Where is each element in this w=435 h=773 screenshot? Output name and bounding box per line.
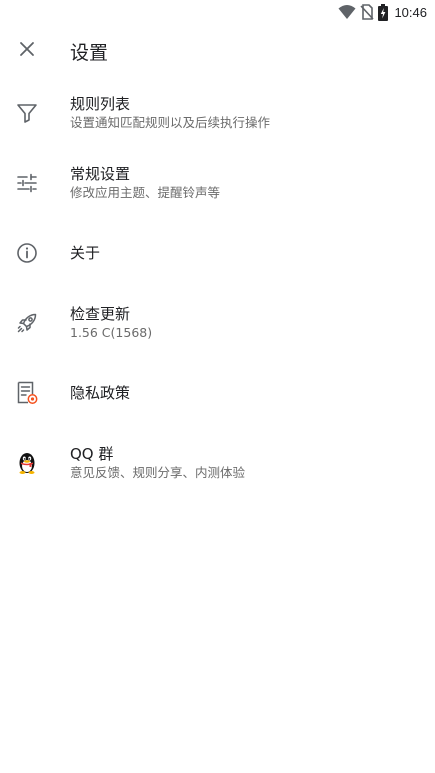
menu-item-subtitle: 意见反馈、规则分享、内测体验 [70,464,246,480]
menu-item-qq-group[interactable]: QQ 群 意见反馈、规则分享、内测体验 [0,428,435,498]
battery-charging-icon [378,3,389,21]
menu-item-check-update[interactable]: 检查更新 1.56 C(1568) [0,288,435,358]
menu-item-about[interactable]: 关于 [0,218,435,288]
menu-item-subtitle: 设置通知匹配规则以及后续执行操作 [70,114,271,130]
menu-item-subtitle: 1.56 C(1568) [70,324,153,340]
qq-penguin-icon [0,451,54,475]
info-icon [0,242,54,264]
menu-item-title: 常规设置 [70,164,131,183]
menu-item-title: 规则列表 [70,94,131,113]
menu-item-general-settings[interactable]: 常规设置 修改应用主题、提醒铃声等 [0,148,435,218]
rocket-icon [0,311,54,335]
menu-item-title: QQ 群 [70,444,114,463]
menu-item-subtitle: 修改应用主题、提醒铃声等 [70,184,221,200]
filter-icon [0,102,54,124]
menu-item-privacy-policy[interactable]: 隐私政策 [0,358,435,428]
settings-list: 规则列表 设置通知匹配规则以及后续执行操作 常规设置 修改应用主题、提醒铃声等 … [0,78,435,498]
menu-item-rules[interactable]: 规则列表 设置通知匹配规则以及后续执行操作 [0,78,435,148]
menu-item-title: 检查更新 [70,304,131,323]
menu-item-title: 隐私政策 [70,383,131,402]
close-button[interactable] [0,24,54,78]
wifi-icon [338,4,356,20]
status-time: 10:46 [394,4,427,20]
no-sim-icon [360,4,375,20]
privacy-document-icon [0,381,54,405]
sliders-icon [0,172,54,194]
close-icon [19,41,35,61]
toolbar: 设置 [0,24,435,78]
status-bar: 10:46 [0,0,435,24]
page-title: 设置 [70,41,109,64]
menu-item-title: 关于 [70,243,101,262]
